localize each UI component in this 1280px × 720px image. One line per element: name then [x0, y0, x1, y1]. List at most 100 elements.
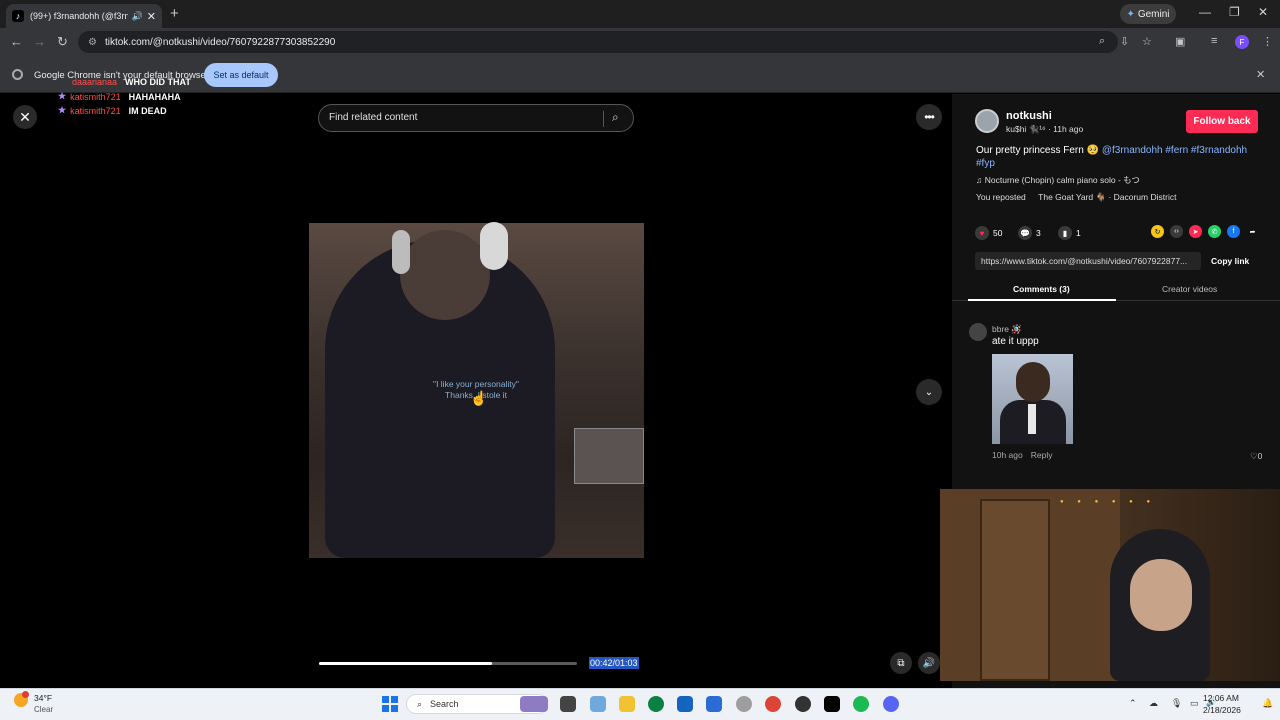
install-icon[interactable]: ⇩ [1120, 35, 1129, 48]
chat-line: daaarianaa WHO DID THAT [72, 77, 191, 87]
chat-line: ★ katismith721 HAHAHAHA [58, 91, 181, 102]
chat-message: HAHAHAHA [128, 91, 181, 102]
search-icon[interactable]: ⌕ [612, 110, 619, 125]
mic-icon[interactable]: 🎙 [1171, 698, 1182, 709]
discord-icon[interactable] [883, 696, 899, 712]
site-info-icon[interactable]: ⚙ [88, 37, 97, 48]
speaker-icon[interactable]: 🔊 [132, 11, 143, 22]
creator-username[interactable]: notkushi [1006, 110, 1052, 122]
string-lights: ● ● ● ● ● ● [1060, 499, 1157, 505]
reload-icon[interactable]: ↻ [57, 34, 68, 50]
comment-count: 3 [1036, 228, 1041, 238]
volume-button[interactable]: 🔊 [918, 652, 940, 674]
minimize-button[interactable]: — [1199, 5, 1211, 19]
sparkle-icon: ✦ [1126, 8, 1135, 20]
bookmark-icon: ▮ [1058, 226, 1072, 240]
mouse-cursor-icon: ☝ [470, 390, 488, 406]
notification-bell-icon[interactable]: 🔔 [1262, 698, 1273, 709]
windows-start-icon[interactable] [382, 696, 398, 712]
new-tab-button[interactable]: + [170, 5, 179, 22]
embed-icon[interactable]: ‹› [1170, 225, 1183, 238]
settings-icon[interactable] [736, 696, 752, 712]
copy-link-button[interactable]: Copy link [1211, 256, 1249, 266]
facebook-icon[interactable]: f [1227, 225, 1240, 238]
comment-like[interactable]: ♡0 [1250, 451, 1262, 462]
heart-icon: ♥ [975, 226, 989, 240]
close-video-button[interactable]: ✕ [13, 105, 37, 129]
tiktok-icon[interactable] [824, 696, 840, 712]
video-sign [574, 428, 644, 484]
back-icon[interactable]: ← [10, 34, 23, 49]
location-link[interactable]: The Goat Yard 🐐 · Dacorum District [1038, 192, 1176, 202]
commenter-avatar[interactable] [969, 323, 987, 341]
display-icon[interactable]: ▭ [1190, 698, 1199, 709]
zoom-icon[interactable]: ⌕ [1099, 35, 1105, 48]
tab-close-icon[interactable]: ✕ [147, 10, 156, 23]
related-search-box[interactable]: Find related content ⌕ [318, 104, 634, 132]
repost-share-icon[interactable]: ↻ [1151, 225, 1164, 238]
reply-button[interactable]: Reply [1031, 450, 1053, 460]
tray-chevron-icon[interactable]: ⌃ [1129, 698, 1137, 709]
video-face [400, 230, 490, 320]
progress-fill[interactable] [319, 662, 492, 665]
send-icon[interactable]: ➤ [1189, 225, 1202, 238]
forward-icon[interactable]: → [33, 34, 46, 49]
pip-button[interactable]: ⧉ [890, 652, 912, 674]
media-icon[interactable]: ≡ [1211, 35, 1217, 47]
chat-user: katismith721 [70, 105, 121, 116]
cam-door [980, 499, 1050, 681]
tab-comments[interactable]: Comments (3) [1013, 284, 1070, 294]
whatsapp-icon[interactable]: ✆ [1208, 225, 1221, 238]
chrome-taskbar-icon[interactable] [765, 696, 781, 712]
cloud-icon[interactable]: ☁ [1149, 698, 1158, 709]
infobar-close-icon[interactable]: ✕ [1256, 68, 1265, 81]
more-options-button[interactable]: ••• [916, 104, 942, 130]
edge-icon[interactable] [648, 696, 664, 712]
bookmark-star-icon[interactable]: ☆ [1142, 35, 1152, 48]
next-video-button[interactable]: ⌄ [916, 379, 942, 405]
maximize-button[interactable]: ❐ [1229, 5, 1240, 19]
copilot-icon[interactable] [590, 696, 606, 712]
comment-stat[interactable]: 💬 3 [1018, 226, 1041, 240]
address-bar[interactable]: ⚙ tiktok.com/@notkushi/video/76079228773… [78, 31, 1118, 53]
search-highlight-icon[interactable] [520, 696, 548, 712]
link-field[interactable]: https://www.tiktok.com/@notkushi/video/7… [975, 252, 1201, 270]
tab-creator-videos[interactable]: Creator videos [1162, 284, 1217, 294]
tiktok-favicon-icon: ♪ [12, 10, 24, 22]
like-stat[interactable]: ♥ 50 [975, 226, 1002, 240]
tab-title: (99+) f3rnandohh (@f3rnan [30, 11, 128, 21]
comment-icon: 💬 [1018, 226, 1032, 240]
menu-icon[interactable]: ⋮ [1262, 35, 1273, 48]
weather-temp[interactable]: 34°F [34, 693, 52, 703]
headphone-shape [392, 230, 410, 274]
save-stat[interactable]: ▮ 1 [1058, 226, 1081, 240]
gif-head [1016, 362, 1050, 402]
window-close-button[interactable]: ✕ [1258, 5, 1268, 19]
browser-tab[interactable]: ♪ (99+) f3rnandohh (@f3rnan 🔊 ✕ [6, 4, 162, 28]
share-arrow-icon[interactable]: ➦ [1246, 225, 1259, 238]
set-default-button[interactable]: Set as default [204, 63, 278, 87]
chat-user: katismith721 [70, 91, 121, 102]
profile-avatar[interactable]: F [1235, 35, 1249, 49]
commenter-name[interactable]: bbre 🪅 [992, 324, 1022, 335]
creator-subname: ku$hi 🐈‍⬛¹⁶ · 11h ago [1006, 124, 1084, 134]
clock-date[interactable]: 2/18/2026 [1203, 705, 1241, 715]
description-text: Our pretty princess Fern 🥺 [976, 145, 1102, 156]
music-link[interactable]: ♫ Nocturne (Chopin) calm piano solo - もつ [976, 174, 1140, 186]
follow-back-button[interactable]: Follow back [1186, 110, 1258, 133]
creator-avatar[interactable] [975, 109, 999, 133]
task-view-icon[interactable] [560, 696, 576, 712]
repost-row: You reposted The Goat Yard 🐐 · Dacorum D… [976, 192, 1176, 203]
spotify-icon[interactable] [853, 696, 869, 712]
gemini-button[interactable]: ✦ Gemini [1120, 4, 1176, 24]
sidepanel-icon[interactable]: ▣ [1175, 35, 1185, 48]
obs-icon[interactable] [795, 696, 811, 712]
comment-gif[interactable] [992, 354, 1073, 444]
file-explorer-icon[interactable] [619, 696, 635, 712]
store-icon[interactable] [677, 696, 693, 712]
chrome-icon [12, 69, 23, 80]
search-placeholder: Find related content [329, 112, 418, 123]
clock-time[interactable]: 12:06 AM [1203, 693, 1239, 703]
outlook-icon[interactable] [706, 696, 722, 712]
tab-strip [0, 0, 1280, 28]
